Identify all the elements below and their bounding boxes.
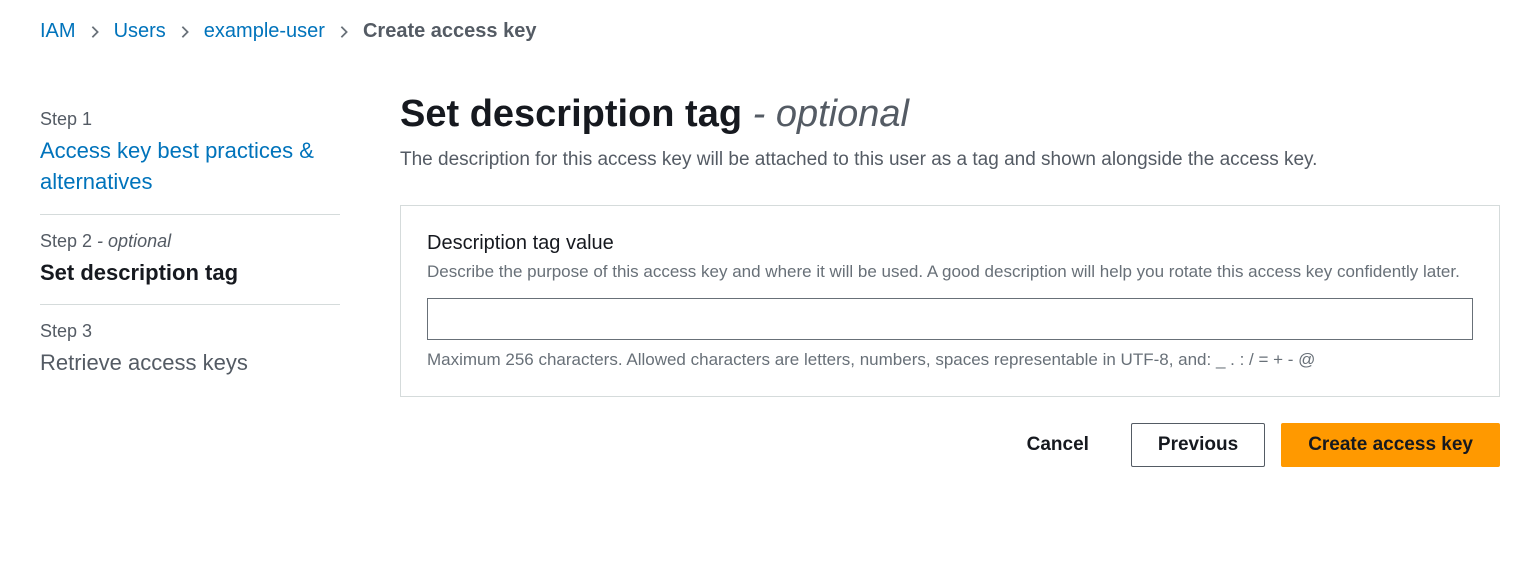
chevron-right-icon	[337, 25, 351, 39]
breadcrumb-example-user[interactable]: example-user	[204, 20, 325, 43]
cancel-button[interactable]: Cancel	[1001, 424, 1115, 466]
step-2[interactable]: Step 2 - optional Set description tag	[40, 215, 340, 305]
breadcrumb-current: Create access key	[363, 20, 536, 43]
step-2-title: Set description tag	[40, 258, 340, 289]
description-tag-panel: Description tag value Describe the purpo…	[400, 205, 1500, 398]
step-3-title: Retrieve access keys	[40, 348, 340, 379]
page-description: The description for this access key will…	[400, 146, 1500, 175]
wizard-actions: Cancel Previous Create access key	[400, 423, 1500, 467]
step-2-label: Step 2 - optional	[40, 231, 340, 252]
description-tag-input[interactable]	[427, 298, 1473, 340]
chevron-right-icon	[178, 25, 192, 39]
create-access-key-button[interactable]: Create access key	[1281, 423, 1500, 467]
description-tag-help: Describe the purpose of this access key …	[427, 259, 1473, 285]
main-content: Set description tag - optional The descr…	[400, 93, 1500, 467]
description-tag-label: Description tag value	[427, 232, 1473, 255]
step-3-label: Step 3	[40, 321, 340, 342]
breadcrumb-iam[interactable]: IAM	[40, 20, 76, 43]
step-3: Step 3 Retrieve access keys	[40, 305, 340, 395]
step-1[interactable]: Step 1 Access key best practices & alter…	[40, 93, 340, 214]
page-title: Set description tag - optional	[400, 93, 1500, 136]
step-1-title: Access key best practices & alternatives	[40, 136, 340, 198]
description-tag-constraint: Maximum 256 characters. Allowed characte…	[427, 350, 1473, 370]
step-1-label: Step 1	[40, 109, 340, 130]
breadcrumb-users[interactable]: Users	[114, 20, 166, 43]
chevron-right-icon	[88, 25, 102, 39]
breadcrumb: IAM Users example-user Create access key	[40, 20, 1500, 43]
step-navigation: Step 1 Access key best practices & alter…	[40, 93, 340, 467]
previous-button[interactable]: Previous	[1131, 423, 1265, 467]
